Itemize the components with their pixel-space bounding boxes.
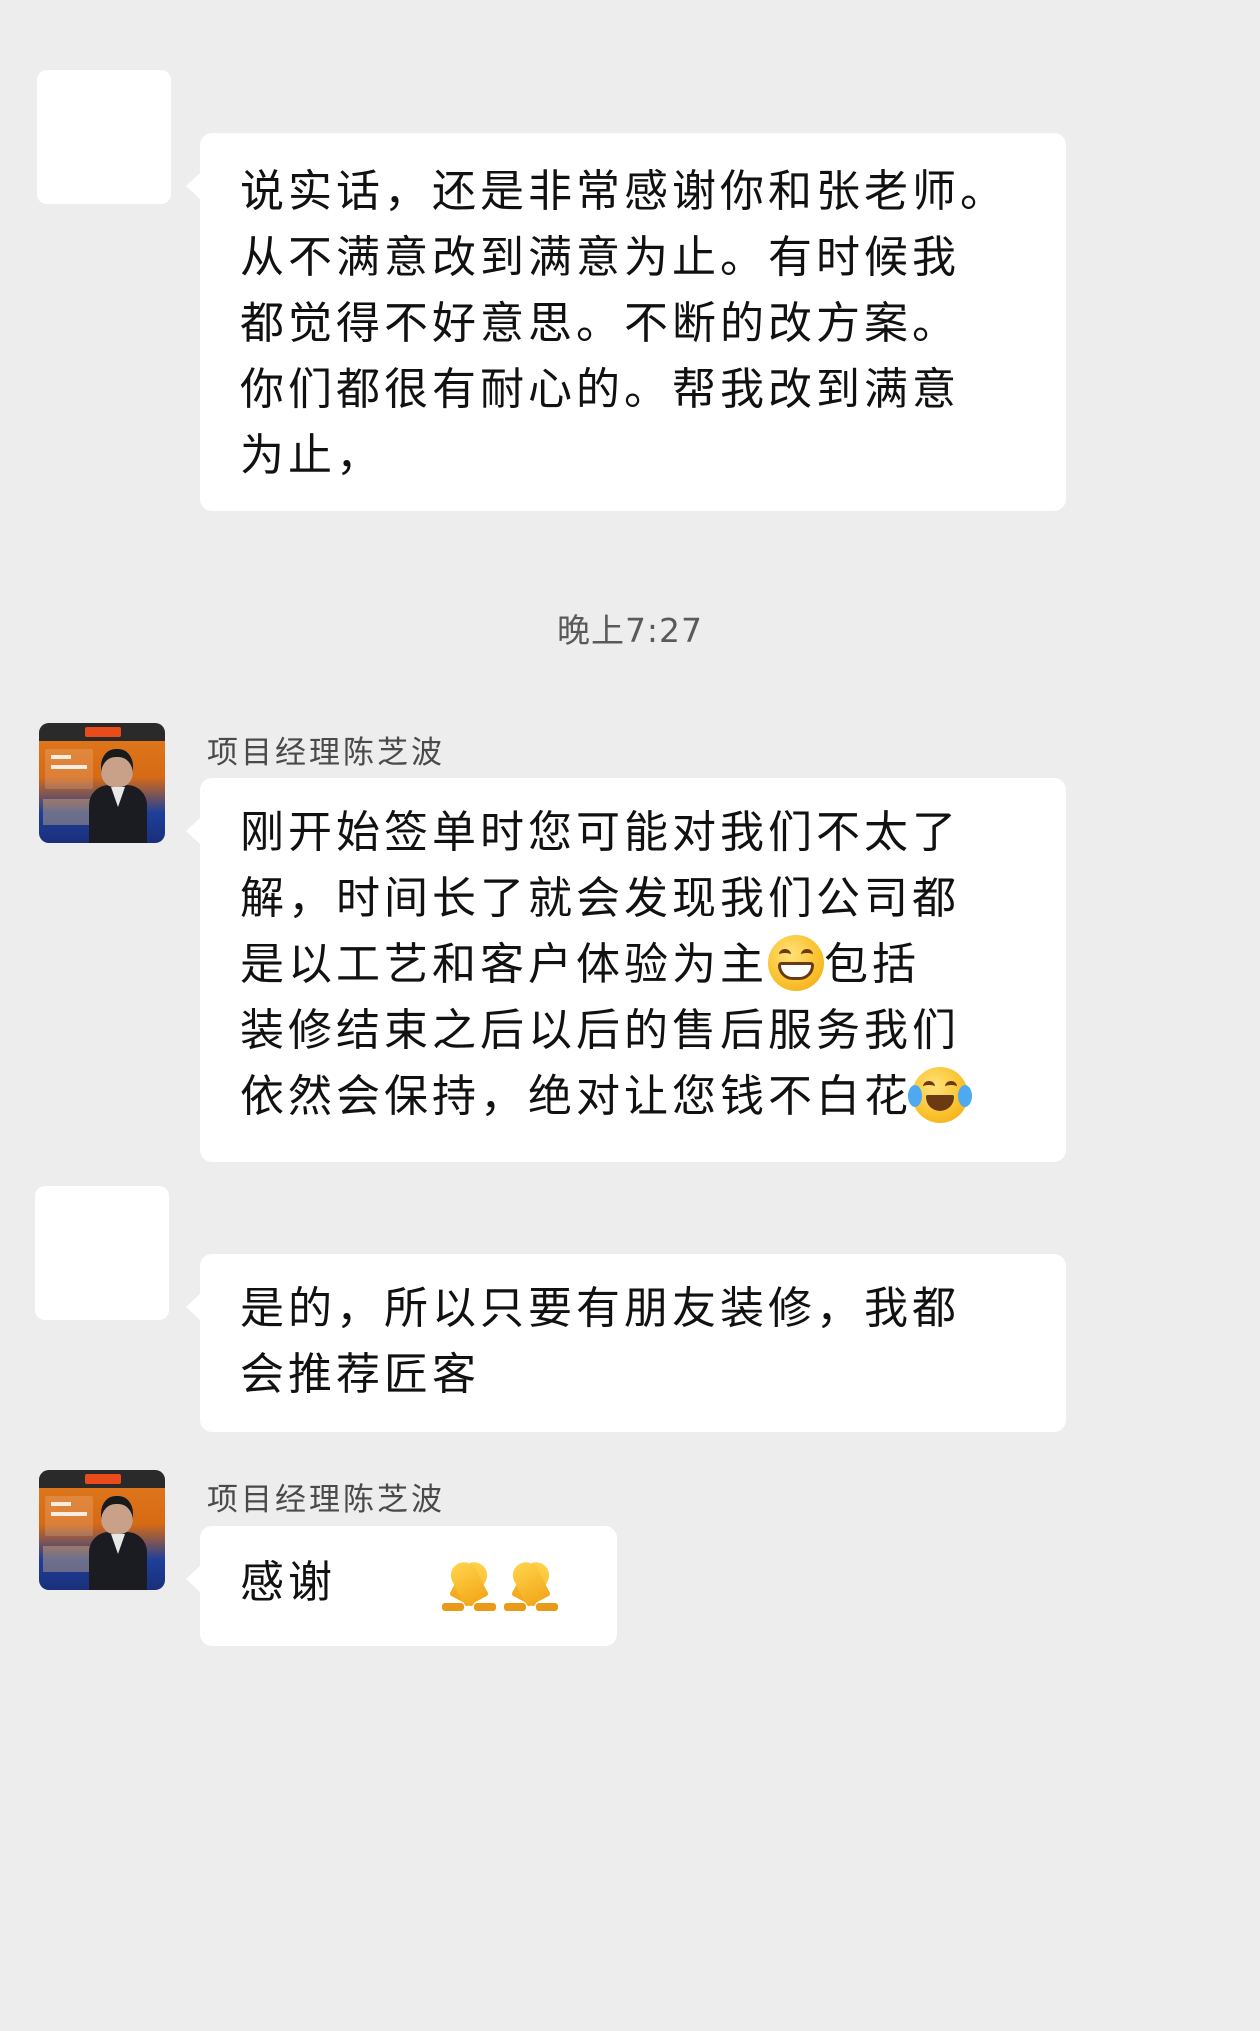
message-line: 解，时间长了就会发现我们公司都 (240, 873, 960, 924)
pray-icon (442, 1557, 496, 1611)
message-bubble[interactable]: 刚开始签单时您可能对我们不太了 解，时间长了就会发现我们公司都 是以工艺和客户体… (186, 778, 1066, 1162)
message-line: 从不满意改到满意为止。有时候我 (240, 232, 960, 283)
message-bubble[interactable]: 说实话，还是非常感谢你和张老师。 从不满意改到满意为止。有时候我 都觉得不好意思… (186, 133, 1066, 511)
sender-name: 项目经理陈芝波 (207, 1482, 445, 1518)
message-text: 是以工艺和客户体验为主 (240, 939, 768, 990)
manager-avatar[interactable] (39, 1470, 165, 1590)
chat-timestamp: 晚上7:27 (556, 611, 704, 650)
message-line: 装修结束之后以后的售后服务我们 (240, 1005, 960, 1056)
message-line: 是以工艺和客户体验为主 包括 (240, 932, 1066, 998)
message-line: 会推荐匠客 (240, 1349, 480, 1400)
message-text: 感谢 (240, 1557, 336, 1608)
message-line: 都觉得不好意思。不断的改方案。 (240, 298, 960, 349)
sender-name: 项目经理陈芝波 (207, 735, 445, 771)
manager-avatar[interactable] (39, 723, 165, 843)
message-bubble[interactable]: 感谢 (186, 1526, 617, 1646)
message-bubble[interactable]: 是的，所以只要有朋友装修，我都 会推荐匠客 (186, 1254, 1066, 1432)
message-line: 依然会保持，绝对让您钱不白花 (240, 1064, 1066, 1130)
customer-avatar[interactable] (37, 70, 171, 204)
grin-icon (768, 935, 824, 991)
laugh-cry-icon (908, 1067, 972, 1123)
message-text: 包括 (824, 939, 920, 990)
customer-avatar[interactable] (35, 1186, 169, 1320)
message-line: 刚开始签单时您可能对我们不太了 (240, 807, 960, 858)
message-line: 为止， (240, 430, 384, 481)
message-line: 你们都很有耐心的。帮我改到满意 (240, 364, 960, 415)
message-line: 感谢 (240, 1550, 617, 1616)
message-line: 是的，所以只要有朋友装修，我都 (240, 1283, 960, 1334)
pray-icon (504, 1557, 558, 1611)
message-text: 依然会保持，绝对让您钱不白花 (240, 1071, 912, 1122)
message-line: 说实话，还是非常感谢你和张老师。 (240, 166, 1008, 217)
